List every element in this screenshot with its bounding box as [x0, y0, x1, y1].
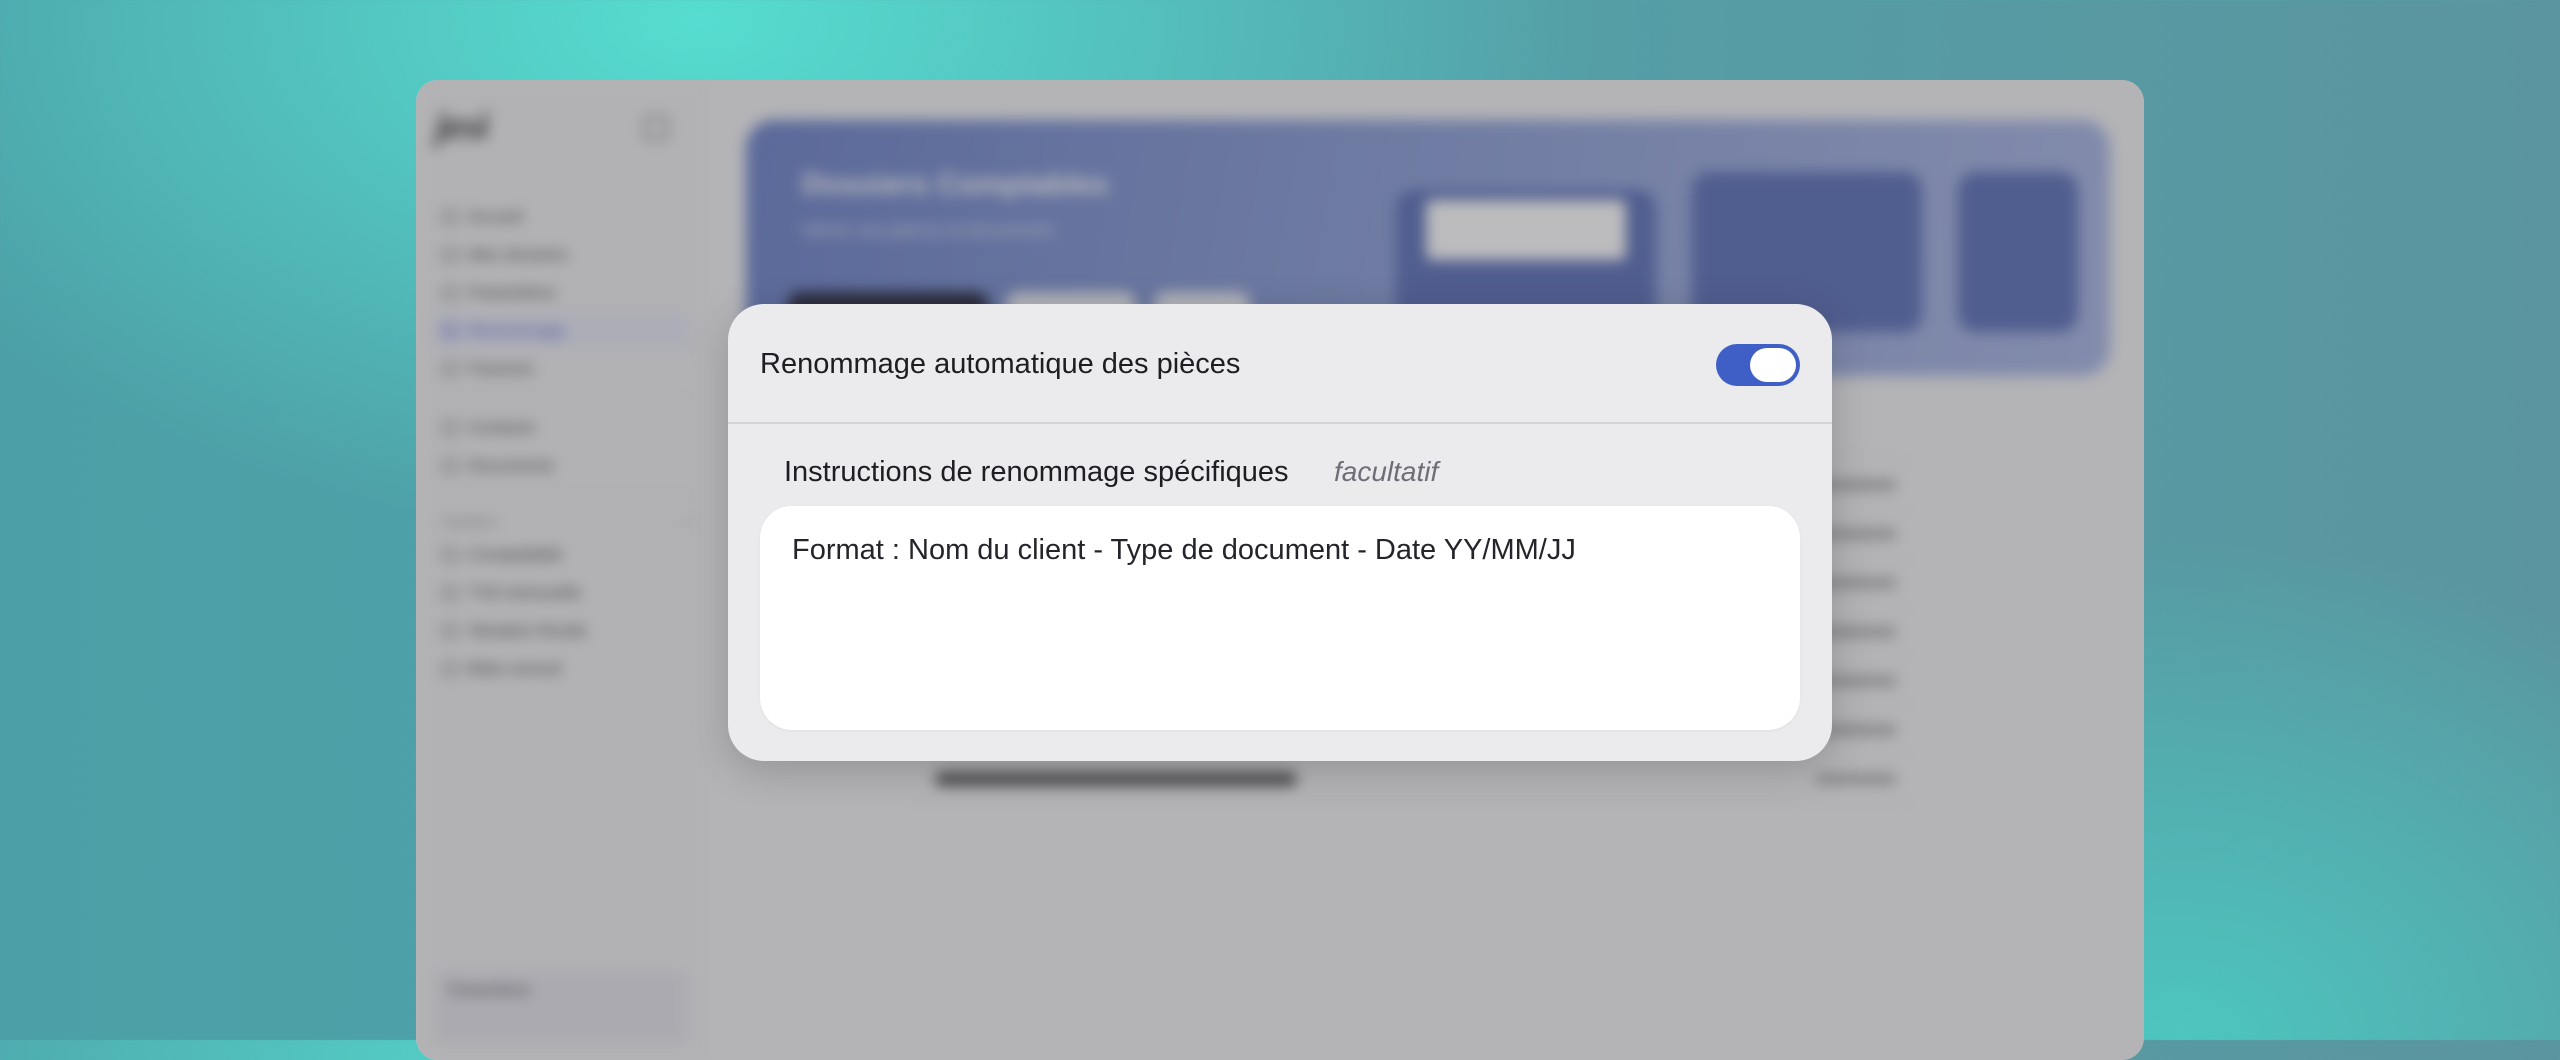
rename-settings-modal: Renommage automatique des pièces Instruc… [728, 304, 1832, 761]
modal-title: Renommage automatique des pièces [760, 348, 1241, 380]
modal-header: Renommage automatique des pièces [728, 304, 1832, 424]
auto-rename-toggle[interactable] [1716, 344, 1800, 386]
toggle-knob [1750, 348, 1796, 382]
field-optional-hint: facultatif [1334, 456, 1439, 487]
field-label: Instructions de renommage spécifiques [784, 456, 1289, 488]
rename-instructions-field[interactable]: Format : Nom du client - Type de documen… [760, 506, 1800, 730]
